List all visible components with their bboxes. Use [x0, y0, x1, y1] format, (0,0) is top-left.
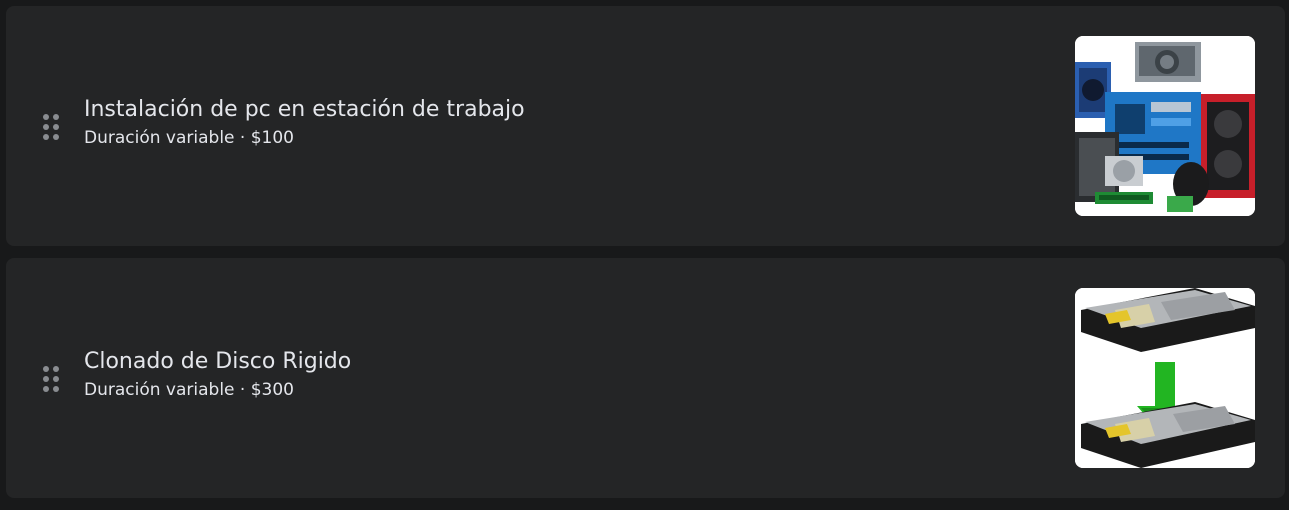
drag-handle-icon[interactable]: [42, 113, 60, 141]
service-info: Clonado de Disco Rigido Duración variabl…: [84, 347, 984, 403]
service-title: Clonado de Disco Rigido: [84, 349, 352, 374]
separator-dot: ·: [239, 380, 246, 400]
pc-components-image: [1075, 36, 1255, 216]
service-details: Duración variable · $100: [84, 125, 984, 151]
service-duration: Duración variable: [84, 380, 235, 400]
service-details: Duración variable · $300: [84, 377, 984, 403]
service-list: Instalación de pc en estación de trabajo…: [6, 6, 1285, 510]
service-duration: Duración variable: [84, 128, 235, 148]
service-title: Instalación de pc en estación de trabajo: [84, 97, 525, 122]
service-card[interactable]: Instalación de pc en estación de trabajo…: [6, 6, 1285, 246]
service-price: $100: [250, 128, 294, 148]
drag-handle-icon[interactable]: [42, 365, 60, 393]
service-info: Instalación de pc en estación de trabajo…: [84, 95, 984, 151]
service-price: $300: [250, 380, 294, 400]
service-card[interactable]: Clonado de Disco Rigido Duración variabl…: [6, 258, 1285, 498]
separator-dot: ·: [239, 128, 246, 148]
hard-disk-clone-image: [1075, 288, 1255, 468]
